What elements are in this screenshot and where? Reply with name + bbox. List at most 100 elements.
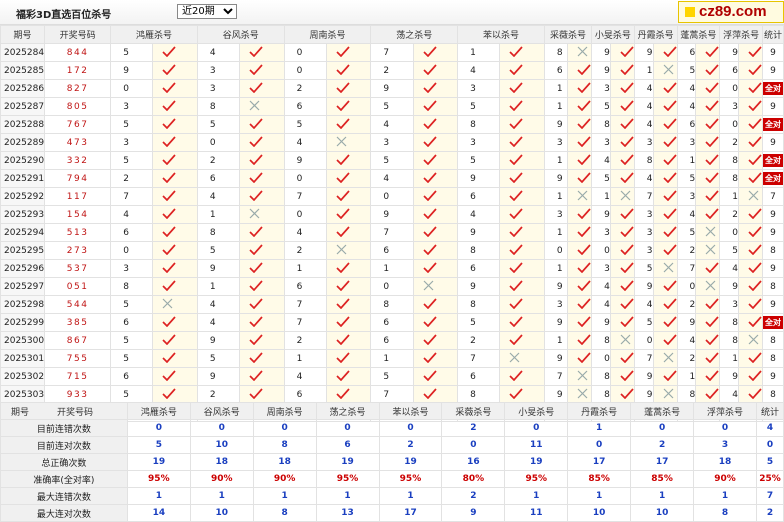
result-mark [652, 61, 678, 80]
kill-digit: 4 [196, 295, 241, 314]
kill-digit: 6 [110, 367, 154, 386]
result-mark [609, 151, 635, 170]
result-mark [239, 259, 285, 278]
kill-digit: 5 [283, 115, 327, 134]
kill-digit: 9 [370, 205, 414, 224]
table-row: 2025286 827 0 3 2 9 3 1 3 4 4 0 全对 [0, 79, 784, 98]
result-mark [652, 241, 678, 260]
cross-icon [705, 280, 716, 294]
result-mark [412, 115, 459, 134]
issue-cell: 2025288 [0, 115, 46, 134]
result-mark [412, 133, 459, 152]
check-icon [577, 225, 591, 240]
all-correct-badge: 全对 [763, 82, 783, 95]
result-mark [695, 277, 721, 296]
check-icon [336, 207, 350, 222]
result-mark [738, 187, 763, 206]
stats-value: 1 [693, 487, 757, 505]
kill-digit: 6 [283, 385, 327, 404]
kill-digit: 8 [457, 241, 501, 260]
column-header: 统计 [755, 402, 784, 420]
kill-digit: 4 [196, 187, 241, 206]
kill-digit: 4 [633, 115, 654, 134]
check-icon [705, 351, 719, 366]
check-icon [620, 225, 634, 240]
check-icon [422, 45, 437, 60]
check-icon [162, 333, 176, 348]
kill-digit: 4 [633, 169, 654, 188]
check-icon [249, 351, 263, 366]
kill-digit: 8 [457, 385, 501, 404]
check-icon [577, 135, 591, 150]
result-mark [325, 43, 372, 62]
stats-value: 95% [315, 470, 380, 488]
result-mark [412, 205, 459, 224]
check-icon [577, 261, 591, 276]
result-mark [609, 223, 635, 242]
row-stat: 9 [762, 61, 784, 80]
cross-icon [162, 298, 173, 312]
check-icon [162, 135, 176, 150]
check-icon [620, 207, 634, 222]
result-mark [609, 277, 635, 296]
check-icon [620, 315, 634, 330]
issue-cell: 2025293 [0, 205, 46, 224]
kill-digit: 5 [457, 151, 501, 170]
kill-digit: 8 [719, 331, 739, 350]
check-icon [577, 279, 591, 294]
stats-value: 0 [504, 419, 569, 437]
result-mark [609, 331, 635, 350]
result-mark [695, 187, 721, 206]
result-mark [609, 385, 635, 404]
kill-digit: 9 [543, 313, 569, 332]
result-mark [695, 367, 721, 386]
issue-cell: 2025294 [0, 223, 46, 242]
result-mark [652, 115, 678, 134]
kill-digit: 9 [676, 313, 697, 332]
kill-digit: 6 [370, 313, 414, 332]
stats-value: 1 [126, 487, 191, 505]
kill-digit: 5 [110, 115, 154, 134]
kill-digit: 3 [591, 79, 611, 98]
stats-header-issue-text: 期号 [11, 407, 30, 418]
result-mark [412, 61, 459, 80]
result-mark [325, 295, 372, 314]
check-icon [422, 207, 437, 222]
result-mark [152, 205, 198, 224]
check-icon [509, 387, 523, 402]
check-icon [249, 117, 263, 132]
kill-digit: 1 [283, 259, 327, 278]
result-mark [152, 385, 198, 404]
result-mark [499, 133, 545, 152]
logo-text: cz89.com [699, 3, 767, 20]
check-icon [336, 171, 350, 186]
all-correct-badge: 全对 [763, 118, 783, 131]
kill-digit: 5 [591, 97, 611, 116]
check-icon [422, 243, 437, 258]
issue-cell: 2025300 [0, 331, 46, 350]
kill-digit: 3 [543, 133, 569, 152]
kill-digit: 7 [283, 295, 327, 314]
period-select[interactable]: 近20期 [177, 4, 237, 19]
check-icon [509, 333, 523, 348]
stats-value: 10 [630, 504, 695, 522]
result-mark [499, 367, 545, 386]
result-mark [609, 187, 635, 206]
column-header: 鸿雁杀号 [126, 402, 191, 420]
stats-value: 85% [630, 470, 695, 488]
check-icon [162, 279, 176, 294]
kill-digit: 5 [633, 259, 654, 278]
kill-digit: 9 [543, 385, 569, 404]
cross-icon [663, 262, 674, 276]
kill-digit: 0 [283, 169, 327, 188]
check-icon [620, 351, 634, 366]
result-mark [499, 295, 545, 314]
row-stat: 8 [762, 385, 784, 404]
kill-digit: 8 [719, 313, 739, 332]
result-mark [609, 205, 635, 224]
column-header: 周南杀号 [252, 402, 317, 420]
result-mark [412, 259, 459, 278]
result-mark [325, 223, 372, 242]
column-header: 丹霞杀号 [567, 402, 632, 420]
site-logo[interactable]: cz89.com [678, 1, 784, 23]
